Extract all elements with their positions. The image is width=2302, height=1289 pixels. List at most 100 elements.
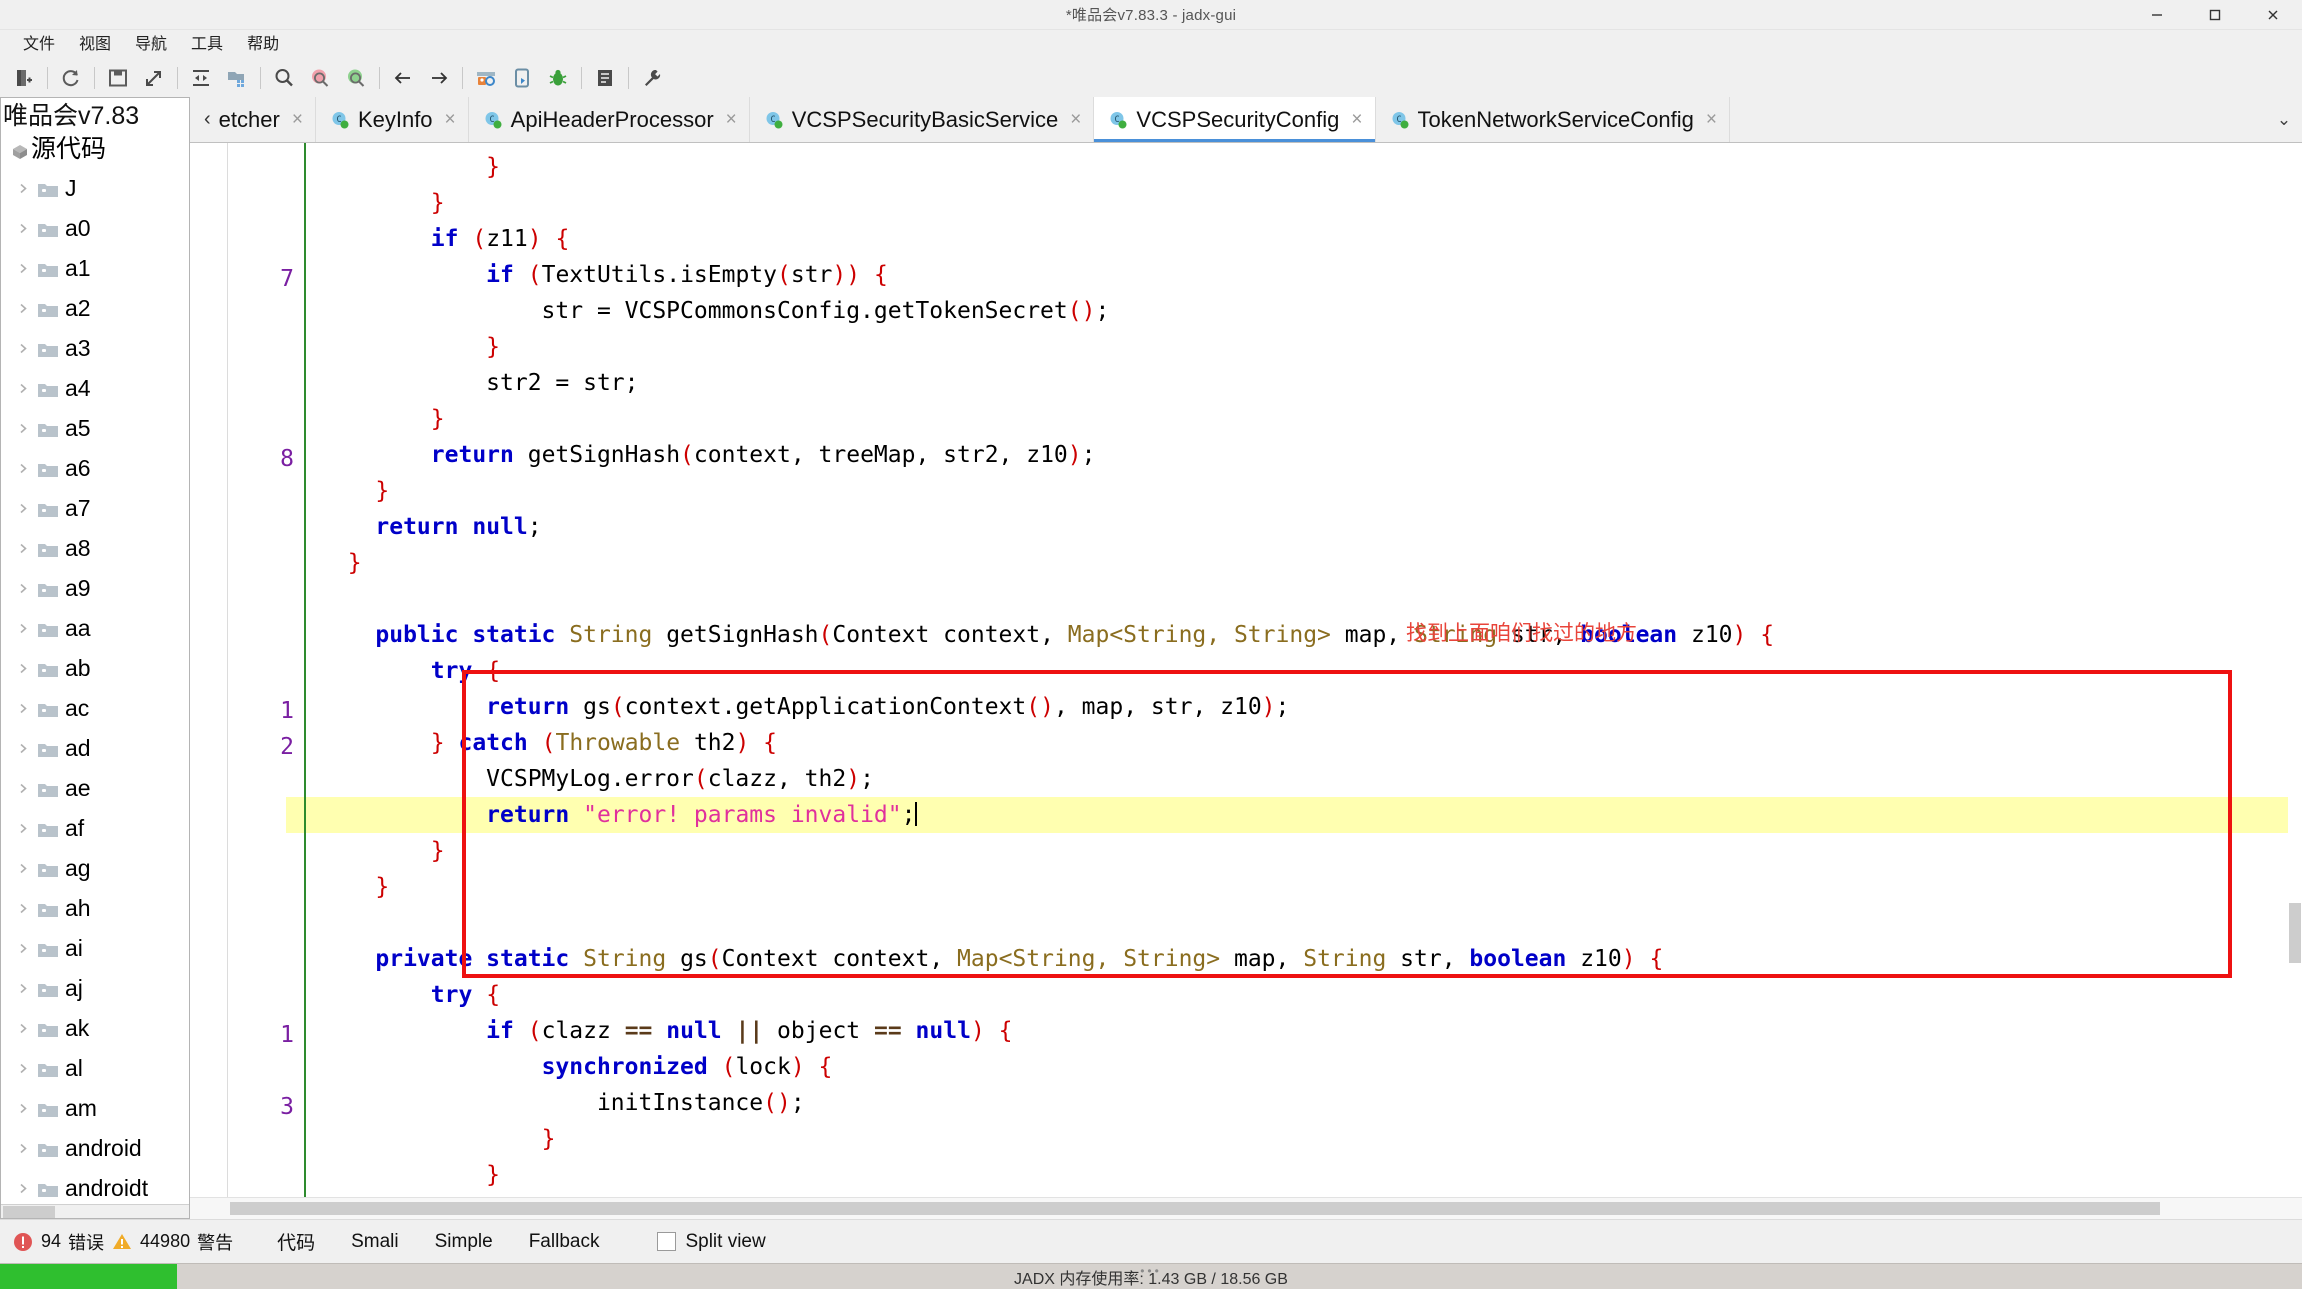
chevron-right-icon[interactable] xyxy=(17,902,31,916)
split-view-toggle[interactable]: Split view xyxy=(657,1231,766,1253)
chevron-right-icon[interactable] xyxy=(17,942,31,956)
code-line[interactable]: if (TextUtils.isEmpty(str)) { xyxy=(306,257,2302,293)
menu-navigation[interactable]: 导航 xyxy=(124,33,178,57)
chevron-right-icon[interactable] xyxy=(17,382,31,396)
code-line[interactable]: if (z11) { xyxy=(306,221,2302,257)
editor-hscrollbar[interactable] xyxy=(190,1197,2302,1219)
search-class-icon[interactable] xyxy=(302,61,338,95)
chevron-right-icon[interactable] xyxy=(17,582,31,596)
chevron-right-icon[interactable] xyxy=(17,782,31,796)
editor-vscroll-thumb[interactable] xyxy=(2289,903,2301,963)
tree-node-ac[interactable]: ac xyxy=(1,689,189,729)
editor-tab-vcspsecuritybasicservice[interactable]: C VCSPSecurityBasicService × xyxy=(749,97,1095,142)
tree-node-ab[interactable]: ab xyxy=(1,649,189,689)
chevron-right-icon[interactable] xyxy=(17,822,31,836)
chevron-right-icon[interactable] xyxy=(17,262,31,276)
tree-node-ah[interactable]: ah xyxy=(1,889,189,929)
editor-hscroll-thumb[interactable] xyxy=(230,1202,2160,1215)
editor-tab-vcspsecurityconfig[interactable]: C VCSPSecurityConfig × xyxy=(1094,97,1376,142)
code-line[interactable]: try { xyxy=(306,977,2302,1013)
tree-node-source[interactable]: 源代码 xyxy=(1,131,189,169)
tree-node-ak[interactable]: ak xyxy=(1,1009,189,1049)
chevron-right-icon[interactable] xyxy=(17,622,31,636)
tab-close-icon[interactable]: × xyxy=(1351,109,1362,131)
code-line[interactable]: } xyxy=(306,149,2302,185)
tree-node-a9[interactable]: a9 xyxy=(1,569,189,609)
chevron-right-icon[interactable] xyxy=(17,1142,31,1156)
flat-packages-icon[interactable] xyxy=(219,61,255,95)
tree-node-a7[interactable]: a7 xyxy=(1,489,189,529)
code-line[interactable]: private static String gs(Context context… xyxy=(306,941,2302,977)
code-line[interactable] xyxy=(306,581,2302,617)
minimize-icon[interactable] xyxy=(2128,0,2186,30)
editor-tab-tokennetworkserviceconfig[interactable]: C TokenNetworkServiceConfig × xyxy=(1375,97,1730,142)
tree-node-ad[interactable]: ad xyxy=(1,729,189,769)
editor-vscrollbar[interactable] xyxy=(2288,143,2302,1197)
code-line[interactable]: VCSPMyLog.error(clazz, th2); xyxy=(306,761,2302,797)
preferences-icon[interactable] xyxy=(634,61,670,95)
tree-node-androidt[interactable]: androidt xyxy=(1,1169,189,1209)
chevron-right-icon[interactable] xyxy=(17,422,31,436)
sidebar-hscrollbar[interactable] xyxy=(1,1204,189,1218)
chevron-right-icon[interactable] xyxy=(17,1022,31,1036)
code-line[interactable]: try { xyxy=(306,653,2302,689)
tree-node-a4[interactable]: a4 xyxy=(1,369,189,409)
code-line[interactable]: } xyxy=(306,185,2302,221)
chevron-right-icon[interactable] xyxy=(17,302,31,316)
deobfuscation-icon[interactable] xyxy=(468,61,504,95)
editor-hscroll-track[interactable] xyxy=(190,1202,2302,1215)
code-line[interactable]: } catch (Throwable th2) { xyxy=(306,725,2302,761)
tab-close-icon[interactable]: × xyxy=(726,109,737,131)
close-icon[interactable] xyxy=(2244,0,2302,30)
quark-icon[interactable] xyxy=(504,61,540,95)
tree-node-a2[interactable]: a2 xyxy=(1,289,189,329)
code-line[interactable]: initInstance(); xyxy=(306,1085,2302,1121)
tree-node-a5[interactable]: a5 xyxy=(1,409,189,449)
tree-root-label[interactable]: 唯品会v7.83 xyxy=(1,100,189,131)
menu-help[interactable]: 帮助 xyxy=(236,33,290,57)
code-line[interactable]: return null; xyxy=(306,509,2302,545)
code-line[interactable]: public static String getSignHash(Context… xyxy=(306,617,2302,653)
view-tab-3[interactable]: Fallback xyxy=(511,1227,618,1257)
memory-usage-bar[interactable]: ••• JADX 内存使用率: 1.43 GB / 18.56 GB xyxy=(0,1263,2302,1289)
view-tab-2[interactable]: Simple xyxy=(417,1227,511,1257)
project-tree[interactable]: 唯品会v7.83 源代码 Ja0 a1 a2 a3 a4 a5 a6 a7 a8 a9 aa ab ac… xyxy=(1,98,189,1218)
code-line[interactable]: } xyxy=(306,1121,2302,1157)
code-line[interactable]: } xyxy=(306,545,2302,581)
search-method-icon[interactable] xyxy=(338,61,374,95)
chevron-right-icon[interactable] xyxy=(17,702,31,716)
source-code-text[interactable]: } } if (z11) { if (TextUtils.isEmpty(str… xyxy=(306,143,2302,1197)
tree-node-am[interactable]: am xyxy=(1,1089,189,1129)
sidebar-hscroll-thumb[interactable] xyxy=(3,1206,55,1218)
chevron-right-icon[interactable] xyxy=(17,1062,31,1076)
chevron-right-icon[interactable] xyxy=(17,222,31,236)
code-line[interactable]: str2 = str; xyxy=(306,365,2302,401)
chevron-right-icon[interactable] xyxy=(17,862,31,876)
code-viewer[interactable]: 7812135 } } if (z11) { if (TextUtils.isE… xyxy=(190,143,2302,1197)
debugger-icon[interactable] xyxy=(540,61,576,95)
editor-tab-keyinfo[interactable]: C KeyInfo × xyxy=(315,97,469,142)
code-line[interactable]: synchronized (lock) { xyxy=(306,1049,2302,1085)
forward-arrow-icon[interactable] xyxy=(421,61,457,95)
tree-node-a0[interactable]: a0 xyxy=(1,209,189,249)
chevron-right-icon[interactable] xyxy=(17,182,31,196)
tree-node-al[interactable]: al xyxy=(1,1049,189,1089)
tab-close-icon[interactable]: × xyxy=(445,109,456,131)
tab-close-icon[interactable]: × xyxy=(292,109,303,131)
tab-close-icon[interactable]: × xyxy=(1706,109,1717,131)
tree-node-ag[interactable]: ag xyxy=(1,849,189,889)
code-line[interactable]: } xyxy=(306,473,2302,509)
view-tab-0[interactable]: 代码 xyxy=(259,1224,333,1259)
tree-node-aj[interactable]: aj xyxy=(1,969,189,1009)
menu-view[interactable]: 视图 xyxy=(68,33,122,57)
chevron-right-icon[interactable] xyxy=(17,742,31,756)
tree-node-ai[interactable]: ai xyxy=(1,929,189,969)
tree-node-ae[interactable]: ae xyxy=(1,769,189,809)
logs-icon[interactable] xyxy=(587,61,623,95)
tree-node-aa[interactable]: aa xyxy=(1,609,189,649)
status-counts[interactable]: 94 错误 44980 警告 xyxy=(4,1229,241,1255)
chevron-right-icon[interactable] xyxy=(17,662,31,676)
search-icon[interactable] xyxy=(266,61,302,95)
tab-close-icon[interactable]: × xyxy=(1070,109,1081,131)
chevron-down-icon[interactable]: ⌄ xyxy=(2266,97,2302,142)
